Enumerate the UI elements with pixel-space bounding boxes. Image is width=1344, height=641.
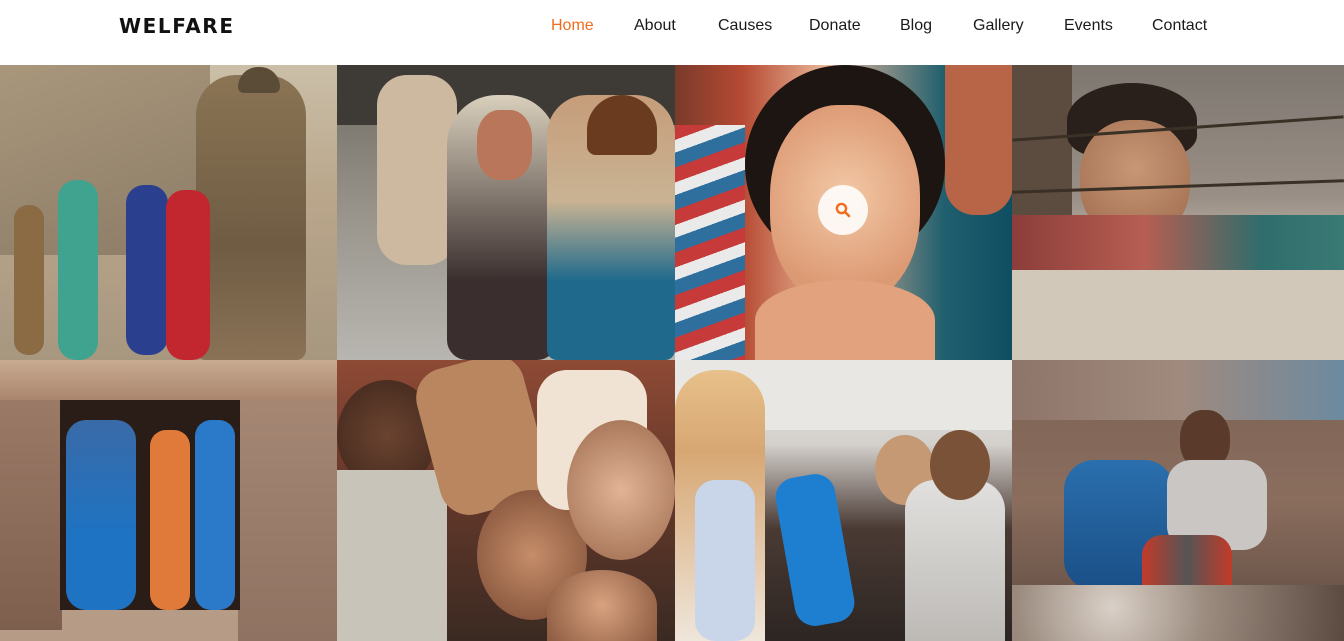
- photo-children-in-window: [0, 360, 337, 641]
- photo-refugee-children-seated: [337, 65, 675, 360]
- gallery-item-4[interactable]: [1012, 65, 1344, 360]
- gallery-item-7[interactable]: [675, 360, 1012, 641]
- photo-boy-sitting-on-rocks: [1012, 360, 1344, 641]
- gallery-item-6[interactable]: [337, 360, 675, 641]
- photo-boy-behind-barbed-wire: [1012, 65, 1344, 360]
- nav-donate[interactable]: Donate: [809, 17, 861, 35]
- nav-contact[interactable]: Contact: [1152, 17, 1207, 35]
- photo-gallery: [0, 65, 1344, 641]
- search-icon: [835, 202, 851, 218]
- nav-about[interactable]: About: [634, 17, 676, 35]
- gallery-item-3[interactable]: [675, 65, 1012, 360]
- gallery-item-1[interactable]: [0, 65, 337, 360]
- nav-blog[interactable]: Blog: [900, 17, 932, 35]
- nav-events[interactable]: Events: [1064, 17, 1113, 35]
- top-navbar: WELFARE Home About Causes Donate Blog Ga…: [0, 0, 1344, 65]
- gallery-item-5[interactable]: [0, 360, 337, 641]
- photo-soldier-with-children: [0, 65, 337, 360]
- nav-home[interactable]: Home: [551, 17, 594, 35]
- photo-children-peace-signs: [337, 360, 675, 641]
- zoom-button[interactable]: [818, 185, 868, 235]
- nav-causes[interactable]: Causes: [718, 17, 772, 35]
- nav-gallery[interactable]: Gallery: [973, 17, 1024, 35]
- main-nav: Home About Causes Donate Blog Gallery Ev…: [0, 17, 1344, 37]
- photo-aid-distribution-tent: [675, 360, 1012, 641]
- gallery-item-8[interactable]: [1012, 360, 1344, 641]
- gallery-item-2[interactable]: [337, 65, 675, 360]
